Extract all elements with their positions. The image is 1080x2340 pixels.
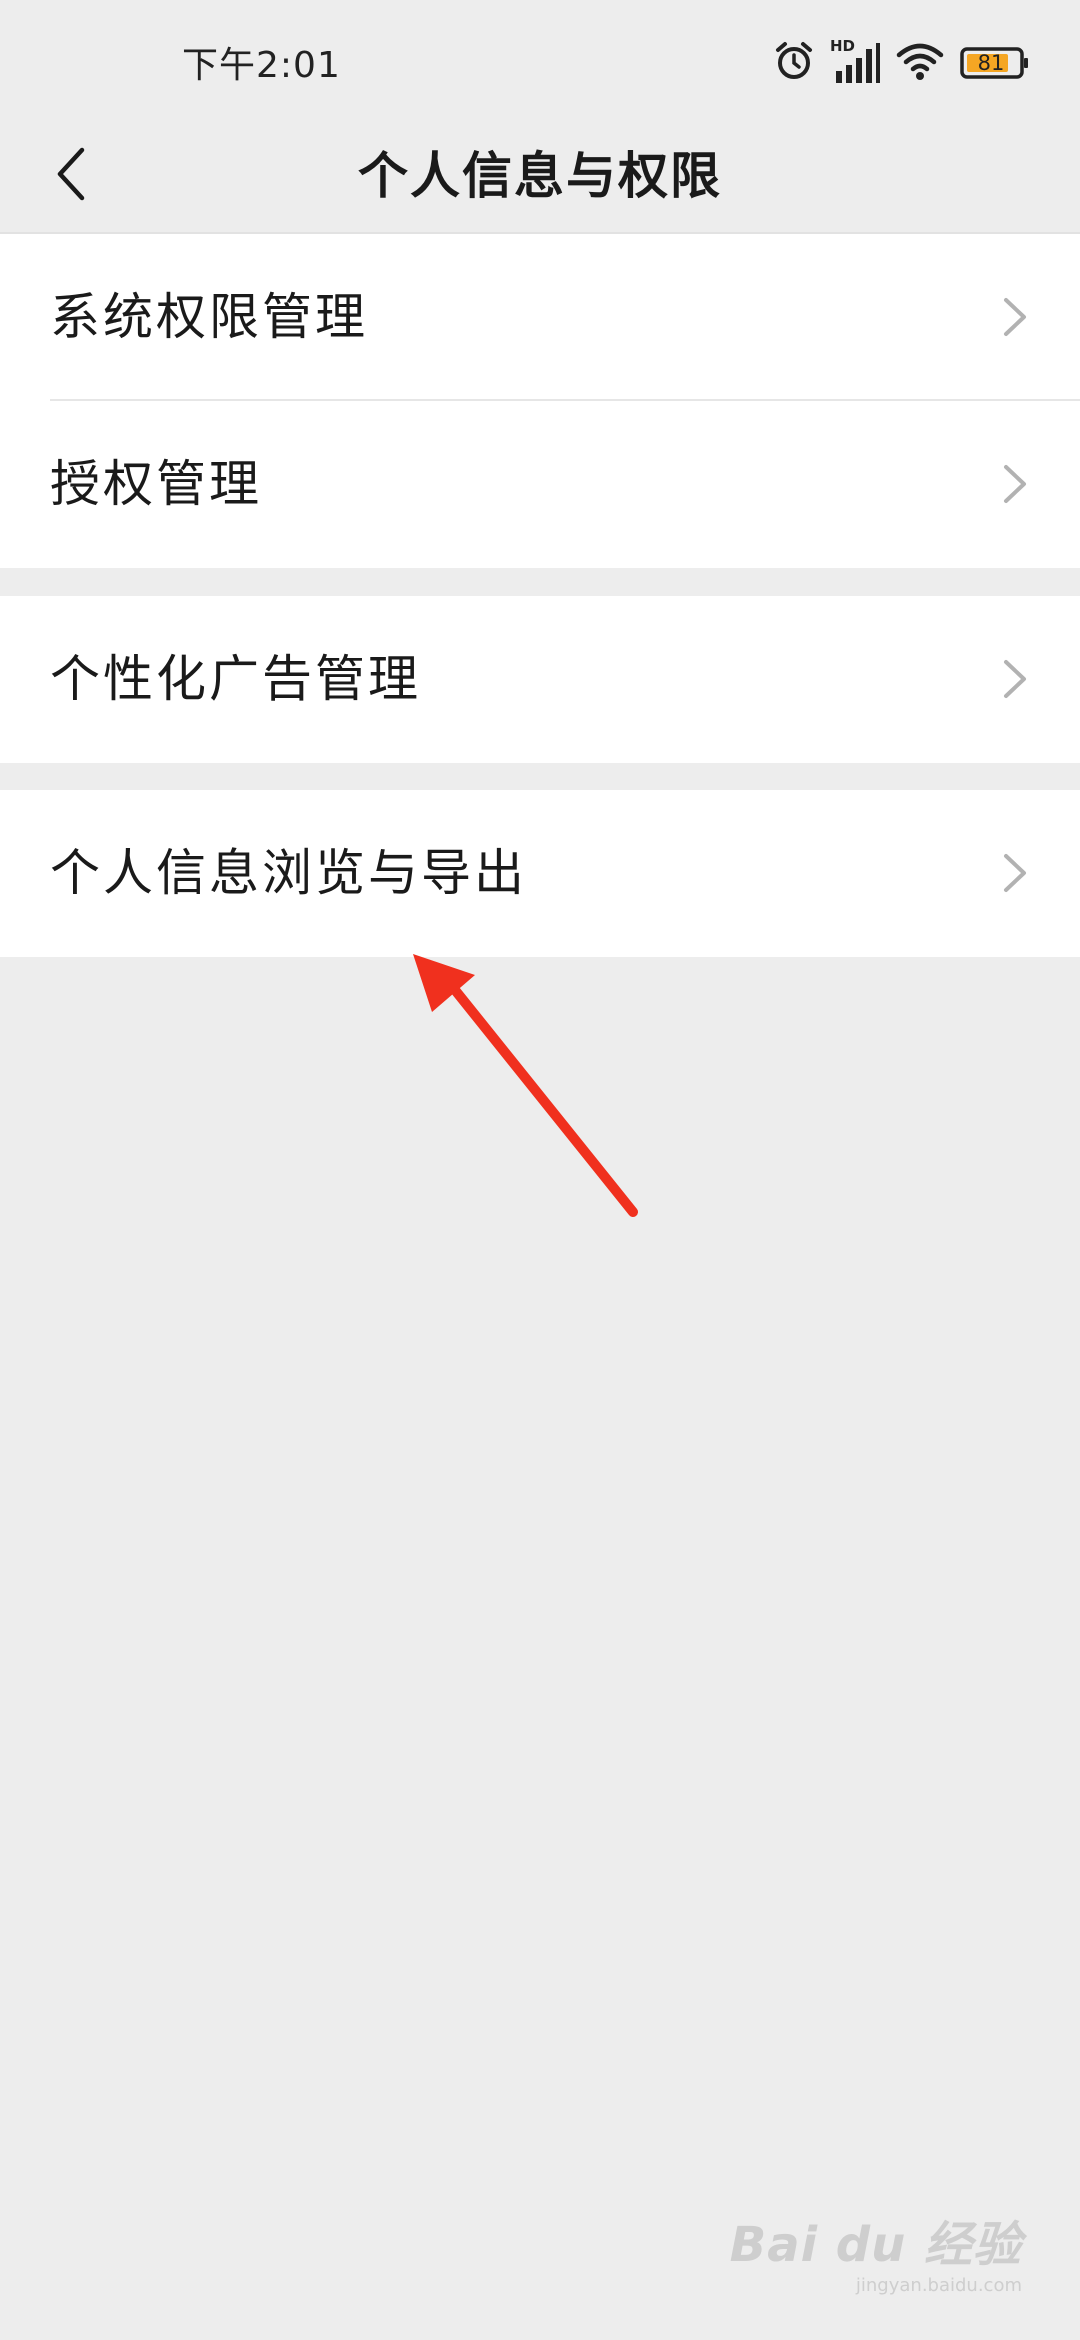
chevron-right-icon	[1000, 292, 1030, 342]
settings-group-permissions: 系统权限管理 授权管理	[0, 234, 1080, 568]
row-label: 系统权限管理	[50, 288, 368, 346]
watermark-logo: Bai du 经验	[729, 2217, 1022, 2273]
nav-bar: 个人信息与权限	[0, 120, 1080, 232]
wifi-icon	[896, 41, 944, 85]
row-label: 个性化广告管理	[50, 650, 421, 708]
status-icons: HD 81	[774, 37, 1030, 88]
watermark: Bai du 经验 jingyan.baidu.com	[730, 2205, 1022, 2296]
row-label: 授权管理	[50, 455, 262, 513]
row-personal-info-browse-export[interactable]: 个人信息浏览与导出	[0, 790, 1080, 957]
battery-level: 81	[977, 51, 1005, 75]
row-personalized-ads-management[interactable]: 个性化广告管理	[0, 596, 1080, 763]
battery-icon: 81	[960, 46, 1030, 80]
signal-icon: HD	[830, 37, 880, 85]
watermark-url: jingyan.baidu.com	[855, 2275, 1022, 2296]
row-label: 个人信息浏览与导出	[50, 844, 527, 902]
row-system-permission-management[interactable]: 系统权限管理	[0, 234, 1080, 401]
page-title: 个人信息与权限	[358, 147, 722, 205]
status-time: 下午2:01	[182, 45, 341, 86]
row-authorization-management[interactable]: 授权管理	[0, 401, 1080, 568]
chevron-right-icon	[1000, 654, 1030, 704]
alarm-icon	[774, 40, 814, 86]
settings-group-export: 个人信息浏览与导出	[0, 790, 1080, 957]
status-bar: 下午2:01 HD 81	[0, 0, 1080, 120]
chevron-right-icon	[1000, 848, 1030, 898]
settings-group-ads: 个性化广告管理	[0, 596, 1080, 763]
chevron-right-icon	[1000, 459, 1030, 509]
